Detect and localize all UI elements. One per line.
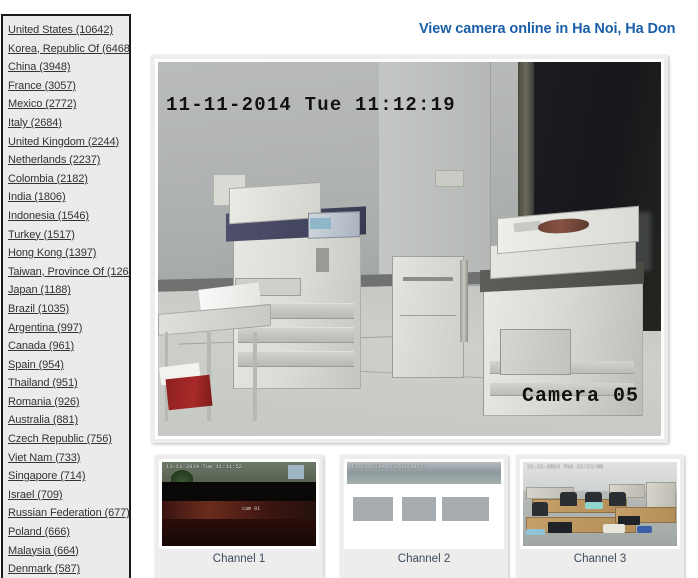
sidebar-item-label[interactable]: United States (10642) <box>8 24 113 36</box>
sidebar-item-label[interactable]: Turkey (1517) <box>8 229 75 241</box>
list-item[interactable]: Indonesia (1546) <box>3 206 129 225</box>
channel-timestamp: 11-11-2014 Tue 11:11:50 <box>527 464 604 470</box>
sidebar-item-label[interactable]: Mexico (2772) <box>8 98 77 110</box>
camera-name-overlay: Camera 05 <box>521 385 639 408</box>
scene-shredder <box>391 256 465 379</box>
list-item[interactable]: United Kingdom (2244) <box>3 132 129 151</box>
sidebar-item-label[interactable]: Poland (666) <box>8 526 70 538</box>
scene-side-table <box>158 303 271 436</box>
list-item[interactable]: Argentina (997) <box>3 318 129 337</box>
list-item[interactable]: United States (10642) <box>3 20 129 39</box>
channel-thumbnail-2[interactable]: 11-11-2014 Tue 11:11:51 <box>344 459 504 549</box>
list-item[interactable]: Poland (666) <box>3 522 129 541</box>
main-camera-frame[interactable]: 11-11-2014 Tue 11:12:19 Camera 05 <box>151 55 668 443</box>
sidebar-item-label[interactable]: Russian Federation (677) <box>8 507 129 519</box>
camera-timestamp: 11-11-2014 Tue 11:12:19 <box>166 94 456 116</box>
scene-wall-pipe <box>459 260 468 343</box>
channel-card-2[interactable]: 11-11-2014 Tue 11:11:51 Channel 2 <box>340 455 508 578</box>
list-item[interactable]: Australia (881) <box>3 410 129 429</box>
sidebar-item-label[interactable]: Brazil (1035) <box>8 303 69 315</box>
main-camera-image <box>158 62 661 436</box>
scene-copier-right <box>479 205 651 416</box>
list-item[interactable]: Romania (926) <box>3 392 129 411</box>
sidebar-item-label[interactable]: Canada (961) <box>8 340 74 352</box>
list-item[interactable]: Malaysia (664) <box>3 541 129 560</box>
list-item[interactable]: Czech Republic (756) <box>3 429 129 448</box>
sidebar-item-label[interactable]: Denmark (587) <box>8 563 80 575</box>
list-item[interactable]: Israel (709) <box>3 485 129 504</box>
list-item[interactable]: Mexico (2772) <box>3 94 129 113</box>
country-sidebar[interactable]: United States (10642) Korea, Republic Of… <box>1 14 131 578</box>
list-item[interactable]: France (3057) <box>3 76 129 95</box>
channel-label: Channel 1 <box>212 553 266 565</box>
channel-card-3[interactable]: 11-11-2014 Tue 11:11:50 Channel 3 <box>516 455 684 578</box>
sidebar-item-label[interactable]: Viet Nam (733) <box>8 452 80 464</box>
list-item[interactable]: Thailand (951) <box>3 373 129 392</box>
sidebar-item-label[interactable]: Taiwan, Province Of (1264) <box>8 266 129 278</box>
list-item[interactable]: Denmark (587) <box>3 559 129 578</box>
sidebar-item-label[interactable]: Singapore (714) <box>8 470 85 482</box>
sidebar-item-label[interactable]: Czech Republic (756) <box>8 433 112 445</box>
list-item[interactable]: Spain (954) <box>3 355 129 374</box>
list-item[interactable]: Singapore (714) <box>3 466 129 485</box>
sidebar-item-label[interactable]: Spain (954) <box>8 359 64 371</box>
page-title: View camera online in Ha Noi, Ha Don <box>419 21 676 37</box>
channel-timestamp: 11-11-2014 Tue 11:11:52 <box>166 464 243 470</box>
sidebar-item-label[interactable]: Korea, Republic Of (6468) <box>8 43 129 55</box>
channel-timestamp: 11-11-2014 Tue 11:11:51 <box>351 464 428 470</box>
list-item[interactable]: Colombia (2182) <box>3 169 129 188</box>
list-item[interactable]: India (1806) <box>3 187 129 206</box>
sidebar-item-label[interactable]: Malaysia (664) <box>8 545 79 557</box>
list-item[interactable]: Canada (961) <box>3 336 129 355</box>
channel-card-1[interactable]: cam 01 11-11-2014 Tue 11:11:52 Channel 1 <box>155 455 323 578</box>
list-item[interactable]: Netherlands (2237) <box>3 150 129 169</box>
sidebar-item-label[interactable]: France (3057) <box>8 80 76 92</box>
sidebar-item-label[interactable]: Australia (881) <box>8 414 78 426</box>
sidebar-item-label[interactable]: India (1806) <box>8 191 66 203</box>
list-item[interactable]: China (3948) <box>3 57 129 76</box>
sidebar-item-label[interactable]: China (3948) <box>8 61 71 73</box>
sidebar-item-label[interactable]: Romania (926) <box>8 396 80 408</box>
list-item[interactable]: Viet Nam (733) <box>3 448 129 467</box>
sidebar-item-label[interactable]: Thailand (951) <box>8 377 78 389</box>
list-item[interactable]: Taiwan, Province Of (1264) <box>3 262 129 281</box>
channel-thumbnail-1[interactable]: cam 01 11-11-2014 Tue 11:11:52 <box>159 459 319 549</box>
sidebar-item-label[interactable]: Argentina (997) <box>8 322 82 334</box>
main-camera-viewport[interactable]: 11-11-2014 Tue 11:12:19 Camera 05 <box>155 59 664 439</box>
sidebar-item-label[interactable]: Indonesia (1546) <box>8 210 89 222</box>
channel-overlay-label: cam 01 <box>242 505 261 512</box>
channel-label: Channel 3 <box>573 553 627 565</box>
sidebar-item-label[interactable]: Israel (709) <box>8 489 63 501</box>
sidebar-item-label[interactable]: United Kingdom (2244) <box>8 136 119 148</box>
list-item[interactable]: Italy (2684) <box>3 113 129 132</box>
sidebar-item-label[interactable]: Japan (1188) <box>8 284 71 296</box>
list-item[interactable]: Korea, Republic Of (6468) <box>3 39 129 58</box>
sidebar-item-label[interactable]: Hong Kong (1397) <box>8 247 96 259</box>
list-item[interactable]: Turkey (1517) <box>3 225 129 244</box>
list-item[interactable]: Japan (1188) <box>3 280 129 299</box>
channel-label: Channel 2 <box>397 553 451 565</box>
channel-thumbnail-3[interactable]: 11-11-2014 Tue 11:11:50 <box>520 459 680 549</box>
list-item[interactable]: Russian Federation (677) <box>3 503 129 522</box>
sidebar-item-label[interactable]: Colombia (2182) <box>8 173 88 185</box>
sidebar-item-label[interactable]: Netherlands (2237) <box>8 154 100 166</box>
scene-wall-note <box>434 170 465 188</box>
sidebar-item-label[interactable]: Italy (2684) <box>8 117 62 129</box>
list-item[interactable]: Brazil (1035) <box>3 299 129 318</box>
list-item[interactable]: Hong Kong (1397) <box>3 243 129 262</box>
